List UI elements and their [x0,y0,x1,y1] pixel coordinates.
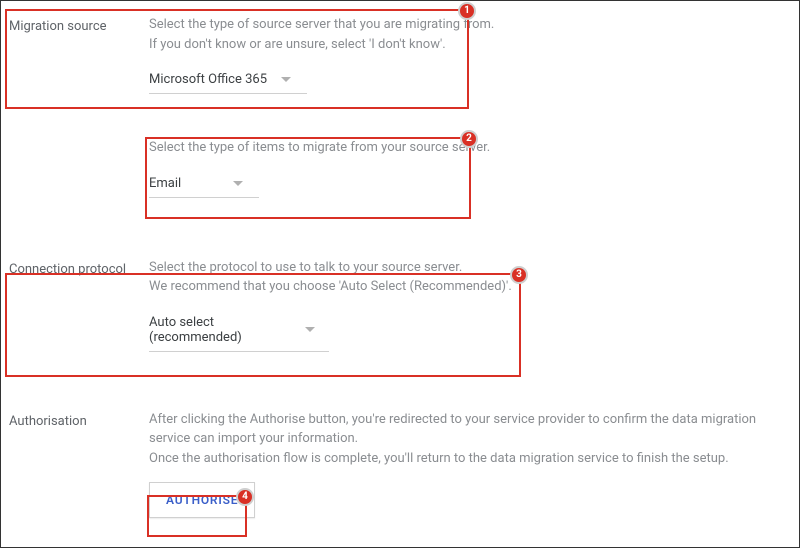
callout-badge-2: 2 [460,130,478,148]
callout-3: 3 [5,273,521,377]
authorisation-help2: Once the authorisation flow is complete,… [149,449,791,469]
callout-badge-4: 4 [236,488,254,506]
callout-badge-1: 1 [458,2,476,20]
callout-badge-3: 3 [510,266,528,284]
callout-1: 1 [5,9,469,109]
authorisation-label: Authorisation [9,410,149,429]
callout-4: 4 [147,495,247,537]
authorisation-help1: After clicking the Authorise button, you… [149,410,791,449]
callout-2: 2 [145,137,471,219]
